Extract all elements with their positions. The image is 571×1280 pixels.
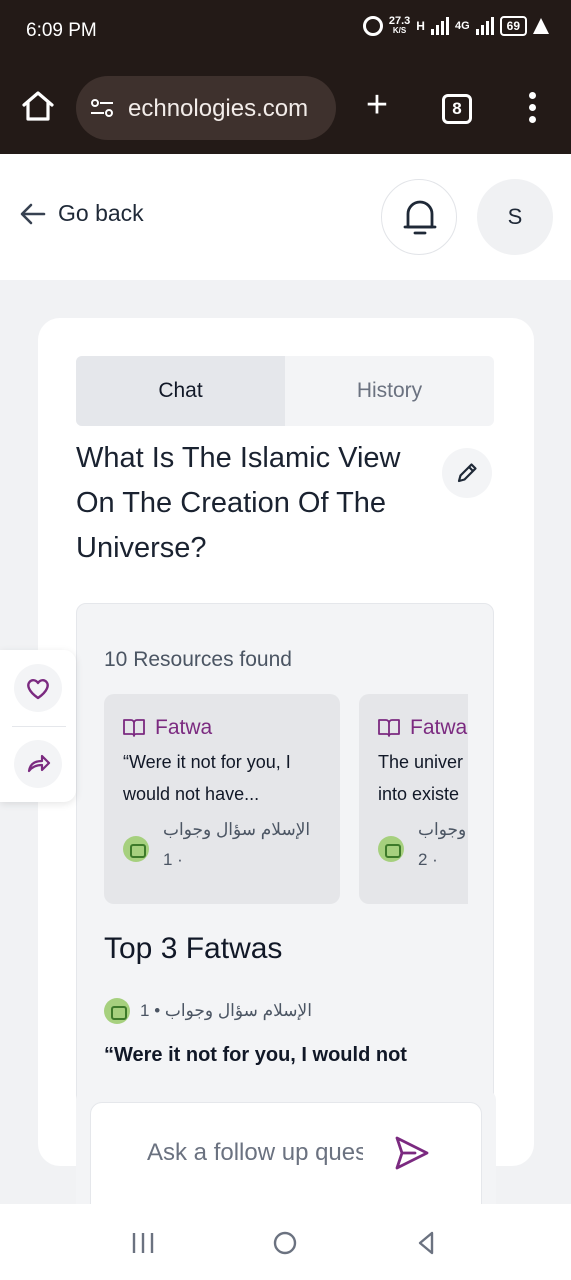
- arrow-left-icon: [20, 203, 46, 224]
- resource-source-name: الإسلام سؤال وجواب: [163, 820, 311, 839]
- resource-index: 1 ·: [163, 850, 183, 869]
- resource-excerpt-line-1: “Were it not for you, I: [123, 752, 291, 772]
- network-type-4g: 4G: [454, 20, 470, 32]
- bell-icon: [403, 200, 437, 235]
- network-speed: 27.3 K/S: [389, 16, 410, 36]
- recent-apps-icon[interactable]: [128, 1228, 158, 1258]
- system-nav-bar: [0, 1204, 571, 1280]
- share-button[interactable]: [14, 740, 62, 788]
- side-actions: [0, 650, 76, 802]
- resource-type-label: Fatwa: [410, 716, 468, 739]
- source-logo-icon: [104, 998, 130, 1024]
- source-logo-icon: [123, 836, 149, 862]
- lab-icon: [533, 18, 549, 34]
- resources-carousel[interactable]: Fatwa “Were it not for you, I would not …: [104, 694, 468, 904]
- browser-toolbar: echnologies.com + 8: [0, 64, 571, 154]
- question-title: What Is The Islamic View On The Creation…: [76, 442, 401, 564]
- more-menu-icon[interactable]: [526, 92, 538, 126]
- app-header: Go back S: [0, 154, 571, 280]
- resource-index: 2 ·: [418, 850, 438, 869]
- resource-source: الإسلام سؤال وجواب 1 ·: [123, 820, 310, 870]
- signal-icon-2: [475, 17, 494, 35]
- user-avatar[interactable]: S: [477, 179, 553, 255]
- resource-excerpt: The univer into existe: [378, 746, 468, 810]
- resource-excerpt-line-2: would not have...: [123, 784, 260, 804]
- alarm-icon: [362, 16, 383, 36]
- resource-card[interactable]: Fatwa The univer into existe وجواب 2 ·: [359, 694, 468, 904]
- heart-icon: [27, 679, 49, 700]
- new-tab-button[interactable]: +: [360, 86, 394, 124]
- go-back-label: Go back: [58, 200, 144, 226]
- network-speed-unit: K/S: [392, 26, 407, 35]
- site-settings-icon[interactable]: [90, 98, 114, 118]
- tab-switcher-button[interactable]: 8: [442, 94, 472, 124]
- resource-card[interactable]: Fatwa “Were it not for you, I would not …: [104, 694, 340, 904]
- resource-source: وجواب 2 ·: [378, 820, 466, 870]
- home-circle-icon[interactable]: [270, 1228, 300, 1258]
- resource-excerpt-line-1: The univer: [378, 752, 464, 772]
- network-type-h: H: [416, 19, 425, 33]
- side-divider: [12, 726, 66, 727]
- resource-type-label: Fatwa: [155, 716, 213, 739]
- pencil-icon: [457, 463, 477, 483]
- tab-chat[interactable]: Chat: [76, 356, 285, 426]
- tab-history[interactable]: History: [285, 356, 494, 426]
- resources-panel: 10 Resources found Fatwa “Were it not fo…: [76, 603, 494, 1166]
- top-fatwas-heading: Top 3 Fatwas: [104, 932, 283, 965]
- signal-icon: [430, 17, 449, 35]
- home-icon[interactable]: [20, 88, 56, 124]
- resources-count: 10 Resources found: [104, 648, 292, 671]
- book-open-icon: [378, 719, 400, 737]
- status-bar: 6:09 PM 27.3 K/S H 4G 69: [0, 0, 571, 64]
- back-triangle-icon[interactable]: [412, 1228, 442, 1258]
- address-bar[interactable]: echnologies.com: [76, 76, 336, 140]
- favorite-button[interactable]: [14, 664, 62, 712]
- chat-history-tabs: Chat History: [76, 356, 494, 426]
- battery-icon: 69: [499, 16, 527, 36]
- book-open-icon: [123, 719, 145, 737]
- network-speed-value: 27.3: [388, 15, 411, 27]
- fatwa-quote: “Were it not for you, I would not: [104, 1044, 407, 1066]
- resource-source-name: وجواب: [418, 820, 467, 839]
- resource-excerpt-line-2: into existe: [378, 784, 460, 804]
- resource-type: Fatwa: [378, 716, 467, 740]
- share-arrow-icon: [27, 754, 51, 773]
- resource-excerpt: “Were it not for you, I would not have..…: [123, 746, 323, 810]
- edit-title-button[interactable]: [442, 448, 492, 498]
- follow-up-input[interactable]: [147, 1133, 363, 1173]
- fatwa-source: الإسلام سؤال وجواب • 1: [104, 998, 312, 1024]
- notifications-button[interactable]: [381, 179, 457, 255]
- status-icons: 27.3 K/S H 4G 69: [362, 16, 549, 36]
- resource-type: Fatwa: [123, 716, 212, 740]
- url-text: echnologies.com: [128, 95, 309, 122]
- source-logo-icon: [378, 836, 404, 862]
- chat-card: Chat History What Is The Islamic View On…: [38, 318, 534, 1166]
- status-time: 6:09 PM: [26, 20, 97, 41]
- go-back-button[interactable]: Go back: [20, 200, 144, 227]
- send-icon[interactable]: [391, 1133, 431, 1173]
- fatwa-source-text: الإسلام سؤال وجواب • 1: [140, 1001, 312, 1020]
